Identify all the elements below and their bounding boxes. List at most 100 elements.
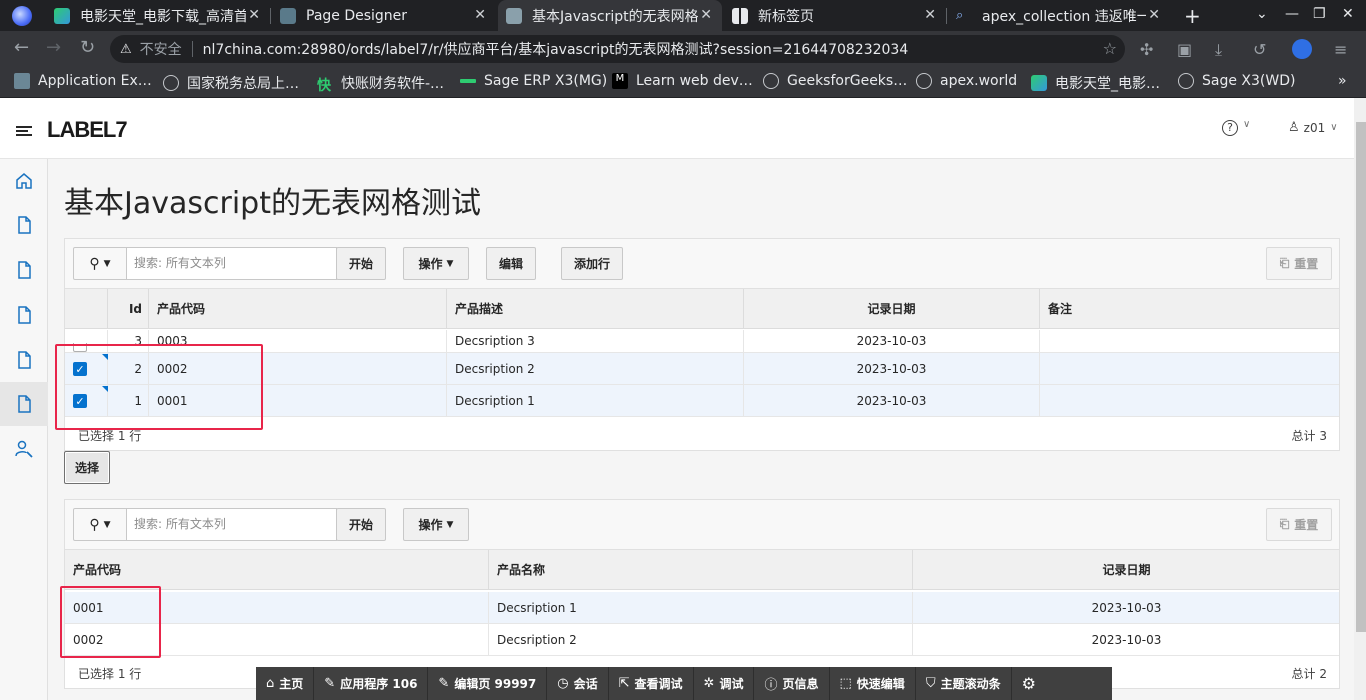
reset-button[interactable]: ⎗ 重置 <box>1266 508 1332 541</box>
cell-date[interactable]: 2023-10-03 <box>744 330 1040 352</box>
search-column-menu-button[interactable]: ⚲ ▼ <box>73 508 127 541</box>
close-icon[interactable]: ✕ <box>1148 7 1160 23</box>
bookmark-item[interactable]: Sage X3(WD) <box>1178 73 1295 89</box>
user-menu[interactable]: ♙ z01 ∨ <box>1288 120 1338 135</box>
apex-icon <box>14 73 30 89</box>
forward-icon[interactable]: → <box>46 37 61 58</box>
chevron-down-icon[interactable]: ∨ <box>1243 119 1250 130</box>
cell-name[interactable]: Decsription 2 <box>489 624 913 655</box>
nav-page[interactable] <box>0 293 48 337</box>
dev-theme-roller[interactable]: ⛉ 主题滚动条 <box>916 667 1012 700</box>
column-header-name[interactable]: 产品名称 <box>489 550 913 590</box>
bookmark-item[interactable]: 电影天堂_电影… <box>1031 73 1160 93</box>
cell-note[interactable] <box>1040 385 1340 416</box>
tab-current[interactable]: 基本Javascript的无表网格 ✕ <box>498 0 722 31</box>
add-row-button[interactable]: 添加行 <box>561 247 623 280</box>
reset-button[interactable]: ⎗ 重置 <box>1266 247 1332 280</box>
actions-menu-button[interactable]: 操作 ▼ <box>403 508 469 541</box>
bookmark-item[interactable]: apex.world <box>916 73 1017 89</box>
nav-page[interactable] <box>0 338 48 382</box>
go-button[interactable]: 开始 <box>336 508 386 541</box>
menu-icon[interactable]: ≡ <box>1334 40 1347 59</box>
close-icon[interactable]: ✕ <box>924 7 936 23</box>
back-icon[interactable]: ← <box>14 37 29 58</box>
url-field[interactable]: ⚠ 不安全 nl7china.com:28980/ords/label7/r/供… <box>110 35 1125 63</box>
table-row[interactable]: 0002 Decsription 2 2023-10-03 <box>65 624 1339 656</box>
dev-application[interactable]: ✎ 应用程序 106 <box>314 667 429 700</box>
dev-page-info[interactable]: ⓘ 页信息 <box>754 667 830 700</box>
nav-admin[interactable] <box>0 427 48 471</box>
reload-icon[interactable]: ↻ <box>80 37 95 58</box>
restore-icon[interactable]: ❐ <box>1313 6 1326 22</box>
profile-avatar[interactable] <box>1292 39 1312 59</box>
cell-date[interactable]: 2023-10-03 <box>913 624 1340 655</box>
dev-settings[interactable]: ⚙ <box>1012 667 1051 700</box>
column-header-note[interactable]: 备注 <box>1040 289 1340 329</box>
nav-page-current[interactable] <box>0 382 48 426</box>
minimize-icon[interactable]: — <box>1285 6 1299 22</box>
bookmark-item[interactable]: 国家税务总局上… <box>163 73 299 93</box>
cell-desc[interactable]: Decsription 1 <box>447 385 744 416</box>
browser-menu-icon[interactable] <box>12 6 32 26</box>
developer-toolbar: ⌂ 主页 ✎ 应用程序 106 ✎ 编辑页 99997 ◷ 会话 ⇱ 查看调试 ✲ 调试 ⓘ… <box>256 667 1112 700</box>
close-icon[interactable]: ✕ <box>700 7 712 23</box>
column-header-code[interactable]: 产品代码 <box>65 550 489 590</box>
column-header-date[interactable]: 记录日期 <box>744 289 1040 329</box>
dev-view-debug[interactable]: ⇱ 查看调试 <box>609 667 694 700</box>
select-button[interactable]: 选择 <box>64 451 110 484</box>
download-icon[interactable]: ⤓ <box>1215 40 1222 60</box>
grid1-search-input[interactable]: 搜索: 所有文本列 <box>127 247 337 280</box>
bookmark-item[interactable]: Sage ERP X3(MG) <box>460 73 607 89</box>
bookmark-item[interactable]: GeeksforGeeks… <box>763 73 907 89</box>
cell-desc[interactable]: Decsription 3 <box>447 330 744 352</box>
extensions-icon[interactable]: ✣ <box>1140 40 1153 59</box>
cell-note[interactable] <box>1040 330 1340 352</box>
scrollbar-thumb[interactable] <box>1356 122 1366 632</box>
bookmark-item[interactable]: Application Ex… <box>14 73 152 89</box>
column-header-desc[interactable]: 产品描述 <box>447 289 744 329</box>
close-icon[interactable]: ✕ <box>248 7 260 23</box>
close-icon[interactable]: ✕ <box>474 7 486 23</box>
cell-date[interactable]: 2023-10-03 <box>744 353 1040 384</box>
column-header-id[interactable]: Id <box>108 289 149 329</box>
app-logo[interactable]: LABEL7 <box>47 117 128 143</box>
history-icon[interactable]: ↺ <box>1253 40 1266 59</box>
table-row[interactable]: 0001 Decsription 1 2023-10-03 <box>65 592 1339 624</box>
bookmarks-overflow-icon[interactable]: » <box>1338 73 1347 89</box>
tab-page-designer[interactable]: Page Designer ✕ <box>272 0 496 31</box>
search-column-menu-button[interactable]: ⚲ ▼ <box>73 247 127 280</box>
dev-edit-page[interactable]: ✎ 编辑页 99997 <box>428 667 548 700</box>
dev-quick-edit[interactable]: ⬚ 快速编辑 <box>830 667 916 700</box>
dev-home[interactable]: ⌂ 主页 <box>256 667 315 700</box>
cell-note[interactable] <box>1040 353 1340 384</box>
grid2-search-input[interactable]: 搜索: 所有文本列 <box>127 508 337 541</box>
tab-new[interactable]: 新标签页 ✕ <box>724 0 946 31</box>
actions-menu-button[interactable]: 操作 ▼ <box>403 247 469 280</box>
close-window-icon[interactable]: ✕ <box>1342 6 1354 22</box>
cell-date[interactable]: 2023-10-03 <box>744 385 1040 416</box>
column-header-date[interactable]: 记录日期 <box>913 550 1340 590</box>
column-header-code[interactable]: 产品代码 <box>149 289 447 329</box>
nav-page[interactable] <box>0 248 48 292</box>
chevron-down-icon[interactable]: ⌄ <box>1256 6 1268 22</box>
grid1-header: Id 产品代码 产品描述 记录日期 备注 <box>65 289 1339 329</box>
help-icon[interactable]: ? <box>1222 120 1238 136</box>
nav-page[interactable] <box>0 203 48 247</box>
cell-date[interactable]: 2023-10-03 <box>913 592 1340 623</box>
bookmark-item[interactable]: 快快账财务软件-… <box>317 73 444 94</box>
hamburger-menu-icon[interactable] <box>16 126 32 136</box>
dev-session[interactable]: ◷ 会话 <box>547 667 609 700</box>
cell-desc[interactable]: Decsription 2 <box>447 353 744 384</box>
nav-home[interactable] <box>0 159 48 203</box>
bookmark-item[interactable]: M Learn web dev… <box>612 73 753 89</box>
edit-button[interactable]: 编辑 <box>486 247 536 280</box>
cell-name[interactable]: Decsription 1 <box>489 592 913 623</box>
new-tab-icon[interactable]: + <box>1184 4 1201 28</box>
go-button[interactable]: 开始 <box>336 247 386 280</box>
collections-icon[interactable]: ▣ <box>1177 40 1192 59</box>
tab-movie[interactable]: 电影天堂_电影下载_高清首 ✕ <box>46 0 270 31</box>
select-all-column[interactable] <box>65 289 108 329</box>
star-icon[interactable]: ☆ <box>1103 39 1117 58</box>
dev-debug[interactable]: ✲ 调试 <box>694 667 755 700</box>
tab-search[interactable]: ⌕ apex_collection 违返唯一 ✕ <box>948 0 1170 31</box>
